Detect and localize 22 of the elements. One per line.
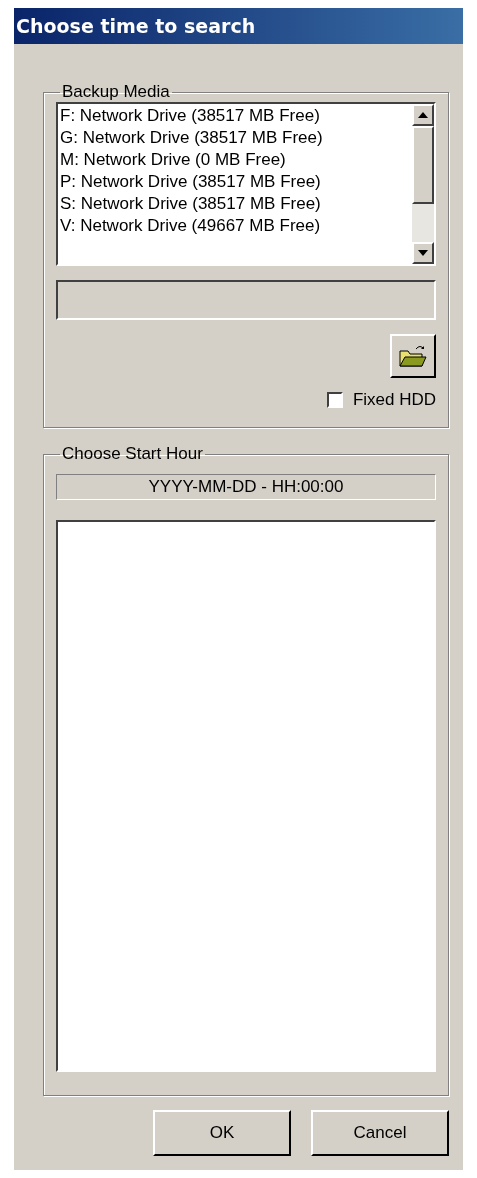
scroll-down-button[interactable] (412, 242, 434, 264)
path-field[interactable] (56, 280, 436, 320)
group-label: Choose Start Hour (61, 444, 204, 464)
folder-icon (398, 343, 428, 369)
drive-item[interactable]: V: Network Drive (49667 MB Free) (60, 215, 410, 237)
date-format-display: YYYY-MM-DD - HH:00:00 (56, 474, 436, 500)
cancel-button[interactable]: Cancel (311, 1110, 449, 1156)
scroll-thumb[interactable] (412, 126, 434, 204)
window-title: Choose time to search (14, 8, 463, 44)
up-arrow-icon (418, 112, 428, 118)
open-folder-button[interactable] (390, 334, 436, 378)
drive-item[interactable]: P: Network Drive (38517 MB Free) (60, 171, 410, 193)
drive-item[interactable]: M: Network Drive (0 MB Free) (60, 149, 410, 171)
drive-item[interactable]: S: Network Drive (38517 MB Free) (60, 193, 410, 215)
ok-button[interactable]: OK (153, 1110, 291, 1156)
drive-item[interactable]: F: Network Drive (38517 MB Free) (60, 105, 410, 127)
fixed-hdd-checkbox[interactable]: Fixed HDD (326, 390, 436, 410)
scroll-up-button[interactable] (412, 104, 434, 126)
drive-list[interactable]: F: Network Drive (38517 MB Free) G: Network Drive (38517 MB Free) M: Network Drive (0 MB Free) P: Network Drive (38517 MB Free) S: Network Drive (38517 MB Free) V: Network Drive (49667 MB Free) (56, 102, 436, 266)
drive-item[interactable]: G: Network Drive (38517 MB Free) (60, 127, 410, 149)
group-label: Backup Media (61, 82, 171, 102)
down-arrow-icon (418, 250, 428, 256)
